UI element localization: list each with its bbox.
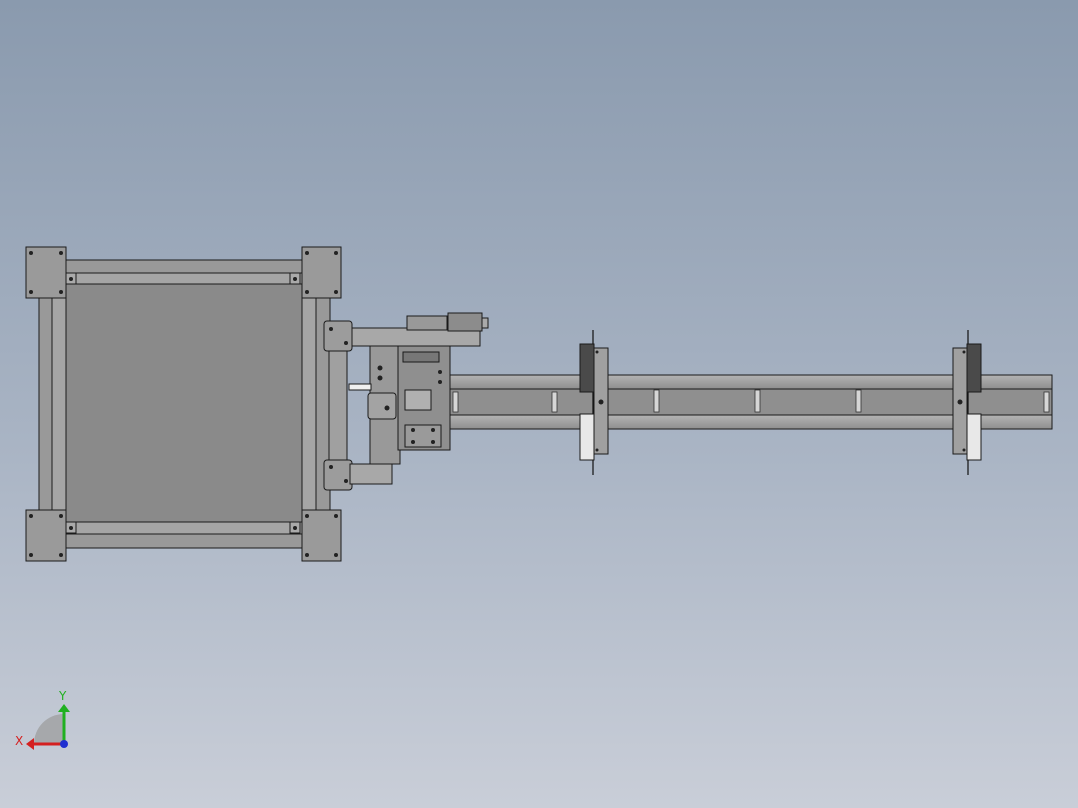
y-axis-label: Y [58, 689, 67, 703]
left-rail-inner [51, 297, 67, 511]
view-orientation-triad[interactable]: Y X [15, 689, 70, 750]
drive-upright [328, 334, 348, 466]
x-axis-arrowhead-icon [26, 738, 34, 750]
triad-plane-quadrant [34, 714, 64, 744]
motor-body [406, 315, 448, 331]
right-rail-inner [301, 297, 317, 511]
cad-model-view[interactable]: Y X [0, 0, 1078, 808]
top-rail-outer [65, 259, 303, 274]
drive-bottom-arm [349, 463, 393, 485]
graphics-viewport[interactable]: Y X [0, 0, 1078, 808]
lower-block [404, 424, 442, 448]
carriage-left-dark-block [579, 343, 595, 393]
carriage-left-light-block [579, 413, 595, 461]
carriage-right-light-block [966, 413, 982, 461]
frame-assembly[interactable] [25, 246, 342, 562]
pivot-plate [367, 392, 397, 420]
carriage-right-dark-block [966, 343, 982, 393]
left-rail-outer [38, 297, 53, 511]
gear-row [402, 351, 440, 363]
bottom-rail-inner [65, 521, 303, 535]
shaft-block [404, 389, 432, 411]
frame-panel [65, 283, 303, 523]
top-rail-inner [65, 272, 303, 285]
x-axis-label: X [15, 734, 23, 748]
white-slot [348, 383, 372, 391]
drive-bracket-top [323, 320, 353, 352]
bottom-rail-outer [65, 533, 303, 549]
motor-cap [447, 312, 483, 332]
z-axis-icon [60, 740, 68, 748]
y-axis-arrowhead-icon [58, 704, 70, 712]
drive-bracket-bottom [323, 459, 353, 491]
motor-end [481, 317, 489, 329]
